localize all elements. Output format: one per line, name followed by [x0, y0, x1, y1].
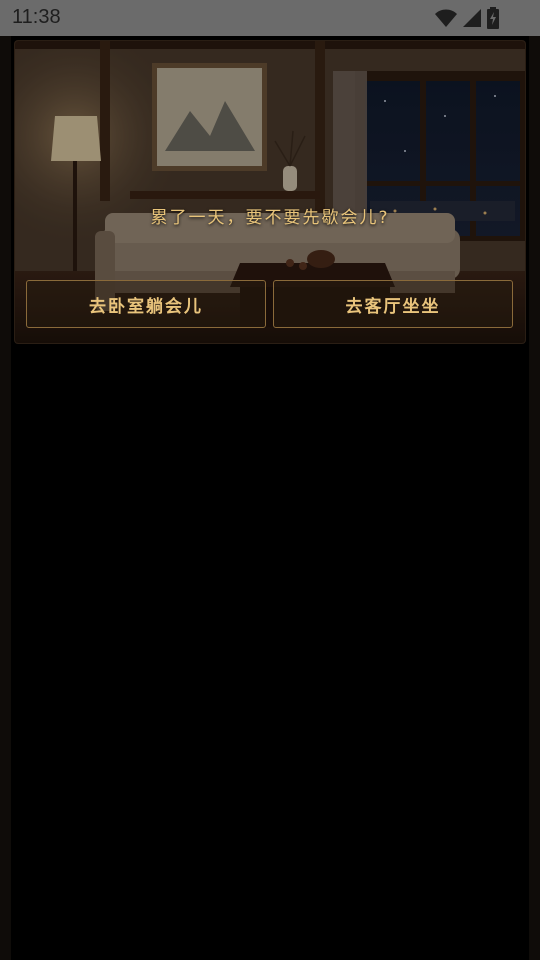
status-icons — [434, 7, 500, 29]
wifi-icon — [435, 9, 457, 27]
battery-icon — [487, 7, 499, 29]
go-living-room-label: 去客厅坐坐 — [345, 296, 441, 317]
scene-card: 累了一天，要不要先歇会儿? 去卧室躺会儿 去客厅坐坐 — [15, 41, 525, 343]
go-bedroom-label: 去卧室躺会儿 — [89, 296, 203, 317]
go-living-room-button[interactable]: 去客厅坐坐 — [273, 280, 513, 328]
dialogue-prompt: 累了一天，要不要先歇会儿? — [150, 208, 390, 228]
status-bar: 11:38 — [0, 0, 540, 36]
go-bedroom-button[interactable]: 去卧室躺会儿 — [26, 280, 266, 328]
cell-signal-icon — [463, 9, 481, 27]
status-time: 11:38 — [12, 6, 61, 28]
